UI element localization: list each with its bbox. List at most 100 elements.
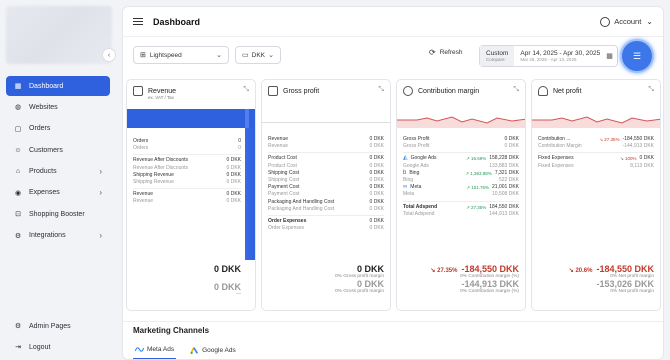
sidebar-item-expenses[interactable]: ◉ Expenses › xyxy=(6,183,110,203)
sidebar-item-products[interactable]: ⌂ Products › xyxy=(6,162,110,182)
collapse-arrows-icon[interactable]: ⤡ xyxy=(243,86,249,94)
metric-label: Bing xyxy=(403,177,413,184)
metric-label-text: Product Cost xyxy=(268,162,297,169)
metric-label: Orders xyxy=(133,138,148,145)
store-select[interactable]: ⊞ Lightspeed ⌄ xyxy=(133,46,229,64)
metric-label: Product Cost xyxy=(268,163,297,170)
tab-label: Meta Ads xyxy=(147,346,175,353)
metric-row: Payment Cost 0 DKK xyxy=(268,184,384,191)
card-title: Net profit xyxy=(553,87,582,95)
collapse-arrows-icon[interactable]: ⤡ xyxy=(513,86,519,94)
change-badge: ↗ 101.76% xyxy=(466,185,490,191)
currency-select[interactable]: ▭ DKK ⌄ xyxy=(235,46,281,64)
date-mode[interactable]: Custom Compare: xyxy=(480,46,515,66)
metric-value: 0 DKK xyxy=(369,143,384,150)
user-icon xyxy=(600,16,611,27)
metric-value: 0 DKK xyxy=(504,143,519,150)
sidebar-collapse-button[interactable]: ‹ xyxy=(102,48,116,62)
metric-label-text: Shipping Cost xyxy=(268,169,300,176)
metric-row: Shipping Cost 0 DKK xyxy=(268,177,384,184)
sidebar-item-label: Logout xyxy=(29,343,51,351)
main-panel: Dashboard Account ⌄ ⊞ Lightspeed ⌄ ▭ DKK… xyxy=(122,6,664,360)
account-menu[interactable]: Account ⌄ xyxy=(600,16,653,27)
sidebar-item-admin-pages[interactable]: ⚙ Admin Pages xyxy=(6,316,110,336)
tag-icon: ⌂ xyxy=(15,168,21,176)
sidebar-item-label: Products xyxy=(29,168,57,176)
metric-row: Gross Profit 0 DKK xyxy=(403,143,519,150)
hamburger-menu-icon[interactable] xyxy=(133,16,143,28)
sidebar-item-orders[interactable]: ▢ Orders xyxy=(6,119,110,139)
metric-value-group: 0 DKK xyxy=(370,218,384,225)
contribution-margin-card[interactable]: Contribution margin ⤡ Gross Profit 0 DKK G… xyxy=(396,79,526,311)
tab-google-ads[interactable]: Google Ads xyxy=(188,344,238,359)
gross-total: 0 DKK 0% Gross profit margin 0 DKK 0% Gr… xyxy=(268,264,384,294)
metric-label: b Bing xyxy=(403,170,419,177)
coins-icon: ◉ xyxy=(14,189,22,197)
metric-label: Shipping Cost xyxy=(268,170,299,177)
metric-value: 0 DKK xyxy=(369,191,384,198)
metric-label-text: Contribution ... xyxy=(538,136,571,142)
refresh-button[interactable]: ⟳ Refresh xyxy=(429,48,462,57)
metric-value-group: 0 DKK xyxy=(227,191,241,198)
gross-profit-card[interactable]: Gross profit ⤡ Revenue 0 DKK Revenue 0 DKK P… xyxy=(261,79,391,311)
kpi-cards: Revenue ex. VAT / Tax ⤡ Orders 0 Orders 0 Re… xyxy=(123,79,663,313)
metric-label: Payment Cost xyxy=(268,191,299,198)
metric-value-group: 0 DKK xyxy=(227,172,241,179)
page-title: Dashboard xyxy=(153,16,201,27)
metric-label: Revenue After Discounts xyxy=(133,165,188,172)
metric-row: Revenue 0 DKK xyxy=(133,191,241,198)
sidebar-item-logout[interactable]: ⇥ Logout xyxy=(6,337,110,357)
metric-label: Revenue xyxy=(268,143,288,150)
metric-value: 0 DKK xyxy=(369,184,384,191)
sidebar-item-websites[interactable]: ◍ Websites xyxy=(6,97,110,117)
metric-label: Gross Profit xyxy=(403,136,429,143)
sidebar-item-customers[interactable]: ☺ Customers xyxy=(6,140,110,160)
date-range-display[interactable]: Apr 14, 2025 - Apr 30, 2025 Mar 26, 2025… xyxy=(514,46,606,66)
metric-value-group: ↗ 16.69% 158,228 DKK xyxy=(466,155,519,162)
metric-label-text: Shipping Revenue xyxy=(133,171,174,178)
metric-value-group: 8,113 DKK xyxy=(630,163,654,170)
metric-value: 21,001 DKK xyxy=(492,184,519,191)
sidebar-item-integrations[interactable]: ⚙ Integrations › xyxy=(6,226,110,246)
metric-label: Revenue xyxy=(133,191,153,198)
revenue-card[interactable]: Revenue ex. VAT / Tax ⤡ Orders 0 Orders 0 Re… xyxy=(126,79,256,311)
store-icon: ⊞ xyxy=(140,52,146,59)
metric-value: 0 DKK xyxy=(369,162,384,169)
metric-label: Contribution ... xyxy=(538,136,571,143)
tab-meta-ads[interactable]: Meta Ads xyxy=(133,344,177,359)
gross-rows: Revenue 0 DKK Revenue 0 DKK Product Cost 0 DK… xyxy=(262,128,390,232)
cart-icon: ⊡ xyxy=(15,211,21,219)
metric-label-text: Revenue After Discounts xyxy=(133,164,189,171)
card-subtitle: ex. VAT / Tax xyxy=(148,95,174,100)
sidebar-item-shopping-booster[interactable]: ⊡ Shopping Booster xyxy=(6,204,110,224)
metric-value: 184,550 DKK xyxy=(489,203,519,210)
chevron-right-icon: › xyxy=(99,167,102,177)
calendar-icon[interactable]: ▦ xyxy=(606,46,617,66)
refresh-label: Refresh xyxy=(439,49,463,56)
sidebar-item-dashboard[interactable]: ▦ Dashboard xyxy=(6,76,110,96)
chevron-left-icon: ‹ xyxy=(107,51,111,59)
custom-label: Custom xyxy=(486,50,509,57)
metric-label-text: Shipping Cost xyxy=(268,177,300,184)
metric-value-group: 0 DKK xyxy=(370,191,384,198)
revenue-caption: — xyxy=(236,292,241,297)
logo[interactable] xyxy=(6,6,112,64)
sliders-icon: ☰ xyxy=(632,50,642,61)
metric-label: Shipping Cost xyxy=(268,177,299,184)
topbar: Dashboard Account ⌄ xyxy=(123,7,663,37)
collapse-arrows-icon[interactable]: ⤡ xyxy=(648,86,654,94)
metric-label: Total Adspend xyxy=(403,211,434,218)
metric-label: ◭ Google Ads xyxy=(403,155,436,162)
settings-sliders-button[interactable]: ☰ xyxy=(620,39,654,73)
collapse-arrows-icon[interactable]: ⤡ xyxy=(378,86,384,94)
metric-row: ◭ Google Ads ↗ 16.69% 158,228 DKK xyxy=(403,155,519,162)
metric-value: 0 DKK xyxy=(369,205,384,212)
date-range-picker[interactable]: Custom Compare: Apr 14, 2025 - Apr 30, 2… xyxy=(479,45,618,67)
contribution-total: ↘ 27.35% -184,550 DKK 0% Contribution mar… xyxy=(403,264,519,294)
metric-label: ∞ Meta xyxy=(403,184,421,191)
net-profit-card[interactable]: Net profit ⤡ Contribution ... ↘ 27.35% -18… xyxy=(531,79,661,311)
metric-label-text: Revenue xyxy=(133,198,154,205)
marketing-channels-section: Marketing Channels Meta Ads Google Ads xyxy=(123,321,663,359)
card-header: Gross profit ⤡ xyxy=(262,80,390,102)
net-change: ↘ 20.6% xyxy=(568,268,593,274)
